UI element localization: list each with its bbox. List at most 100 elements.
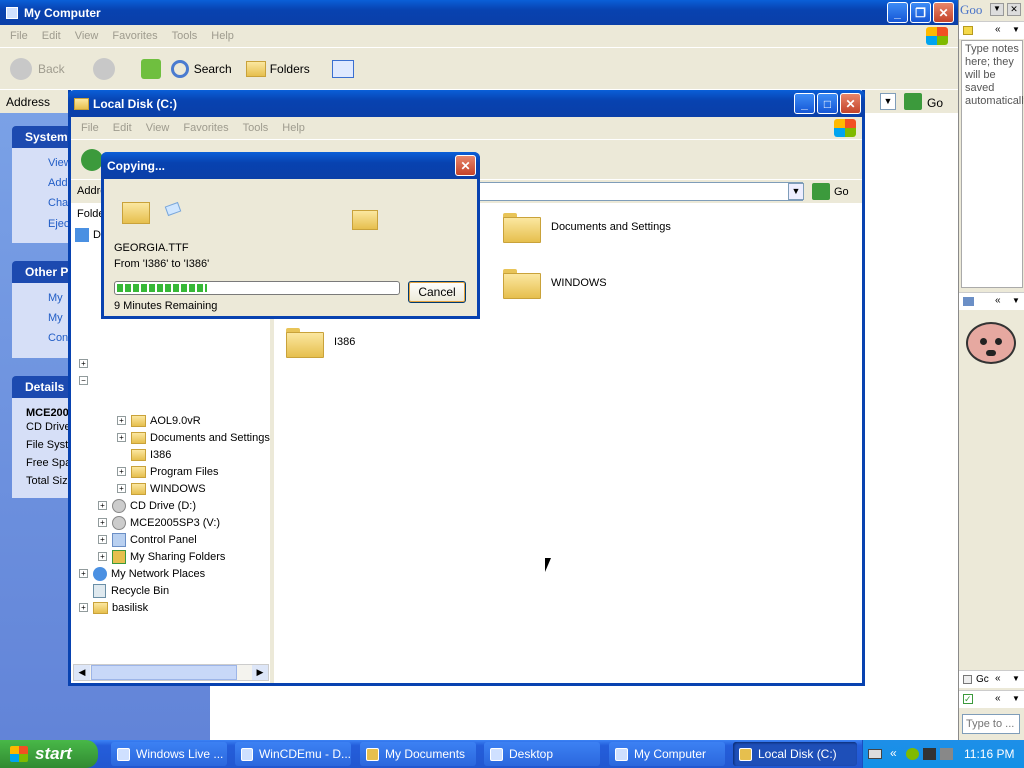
taskbar-button-my-documents[interactable]: My Documents (360, 742, 476, 766)
back-button-label[interactable]: Back (38, 62, 65, 76)
tree-row-control-panel[interactable]: + Control Panel (98, 531, 197, 548)
system-tasks-header[interactable]: System (12, 126, 72, 148)
menu-tools[interactable]: Tools (172, 30, 198, 42)
tree-expander[interactable]: + (98, 501, 107, 510)
tree-expander[interactable]: + (98, 518, 107, 527)
tree-expander[interactable]: + (79, 359, 88, 368)
scroll-thumb[interactable] (91, 665, 237, 680)
file-item-windows[interactable]: WINDOWS (503, 269, 607, 299)
inner-menu-tools[interactable]: Tools (243, 122, 269, 134)
inner-menu-help[interactable]: Help (282, 122, 305, 134)
inner-menu-file[interactable]: File (81, 122, 99, 134)
inner-go-arrow-icon[interactable] (812, 183, 830, 200)
tree-expander[interactable]: − (79, 376, 88, 385)
views-icon[interactable] (331, 59, 354, 78)
scroll-right-button[interactable]: ▶ (252, 665, 268, 680)
inner-back-arrow-icon[interactable] (81, 148, 103, 171)
tree-row-recycle[interactable]: Recycle Bin (93, 582, 169, 599)
forward-arrow-icon[interactable] (92, 57, 115, 80)
minimize-button[interactable]: _ (887, 2, 908, 23)
copy-dialog-close-button[interactable]: ✕ (455, 155, 476, 176)
inner-menu-view[interactable]: View (146, 122, 170, 134)
gadget-2-menu-icon[interactable]: ▼ (1012, 674, 1020, 683)
tree-root[interactable]: D (75, 226, 101, 243)
menu-view[interactable]: View (75, 30, 99, 42)
clock[interactable]: 11:16 PM (964, 747, 1014, 761)
taskbar-button-my-computer[interactable]: My Computer (609, 742, 725, 766)
other-place-2[interactable]: My (48, 312, 63, 324)
network-tray-icon[interactable] (906, 748, 919, 760)
close-button[interactable]: ✕ (933, 2, 954, 23)
tree-row-basilisk[interactable]: + basilisk (79, 599, 148, 616)
tree-expander[interactable]: + (79, 569, 88, 578)
tree-expander[interactable]: + (98, 535, 107, 544)
outer-address-dropdown[interactable]: ▼ (880, 93, 896, 110)
photo-menu-icon[interactable]: ▼ (1012, 296, 1020, 305)
other-place-1[interactable]: My (48, 292, 63, 304)
taskbar-button-desktop[interactable]: Desktop (484, 742, 600, 766)
outer-go-label[interactable]: Go (927, 96, 943, 110)
outer-titlebar[interactable]: My Computer _ ❐ ✕ (0, 0, 958, 25)
copy-cancel-button[interactable]: Cancel (408, 281, 466, 303)
menu-favorites[interactable]: Favorites (112, 30, 157, 42)
tree-row-mce[interactable]: + MCE2005SP3 (V:) (98, 514, 220, 531)
inner-titlebar[interactable]: Local Disk (C:) _ □ ✕ (68, 90, 865, 117)
outer-go-arrow-icon[interactable] (904, 93, 922, 110)
todo-collapse-icon[interactable]: « (995, 693, 1001, 704)
gadget-close-icon[interactable]: ✕ (1007, 3, 1021, 16)
tree-expander[interactable]: + (98, 552, 107, 561)
inner-menu-favorites[interactable]: Favorites (183, 122, 228, 134)
folders-hscrollbar[interactable]: ◀ ▶ (73, 664, 269, 681)
file-item-documents[interactable]: Documents and Settings (503, 213, 671, 243)
tree-expander[interactable]: + (79, 603, 88, 612)
menu-file[interactable]: File (10, 30, 28, 42)
tree-expander[interactable]: + (117, 433, 126, 442)
taskbar-button-wincdemu[interactable]: WinCDEmu - D... (235, 742, 351, 766)
taskbar-button-windows-live[interactable]: Windows Live ... (111, 742, 227, 766)
todo-menu-icon[interactable]: ▼ (1012, 694, 1020, 703)
gadget-2-collapse-icon[interactable]: « (995, 673, 1001, 684)
notes-area[interactable]: Type notes here; they will be saved auto… (961, 40, 1024, 288)
tree-row-program-files[interactable]: + Program Files (117, 463, 218, 480)
system-task-add[interactable]: Add (48, 177, 68, 189)
inner-go-label[interactable]: Go (834, 186, 849, 198)
notes-menu-icon[interactable]: ▼ (1012, 25, 1020, 34)
menu-help[interactable]: Help (211, 30, 234, 42)
search-button-label[interactable]: Search (194, 62, 232, 76)
tree-expander[interactable]: + (117, 416, 126, 425)
sidebar-search-input[interactable] (962, 714, 1020, 734)
folders-button-label[interactable]: Folders (270, 62, 310, 76)
tree-row-documents[interactable]: + Documents and Settings (117, 429, 270, 446)
tray-app-icon-2[interactable] (940, 748, 953, 760)
up-folder-icon[interactable] (140, 58, 161, 79)
details-header[interactable]: Details (12, 376, 72, 398)
tree-row-network[interactable]: + My Network Places (79, 565, 205, 582)
tree-expander[interactable]: + (117, 484, 126, 493)
system-task-change[interactable]: Cha (48, 197, 68, 209)
copy-dialog-titlebar[interactable]: Copying... ✕ (101, 152, 480, 179)
gadget-menu-icon[interactable]: ▼ (990, 3, 1004, 16)
inner-menu-edit[interactable]: Edit (113, 122, 132, 134)
inner-minimize-button[interactable]: _ (794, 93, 815, 114)
notes-collapse-icon[interactable]: « (995, 24, 1001, 35)
tree-row-sharing[interactable]: + My Sharing Folders (98, 548, 225, 565)
inner-address-dropdown[interactable]: ▼ (788, 183, 804, 200)
keyboard-icon[interactable] (868, 749, 882, 759)
photo-collapse-icon[interactable]: « (995, 295, 1001, 306)
menu-edit[interactable]: Edit (42, 30, 61, 42)
search-icon[interactable] (170, 59, 189, 78)
restore-button[interactable]: ❐ (910, 2, 931, 23)
tree-row-windows[interactable]: + WINDOWS (117, 480, 206, 497)
inner-maximize-button[interactable]: □ (817, 93, 838, 114)
start-button[interactable]: start (0, 740, 98, 768)
tree-row-aol[interactable]: + AOL9.0vR (117, 412, 201, 429)
tree-row-i386[interactable]: I386 (131, 446, 171, 463)
taskbar-button-local-disk[interactable]: Local Disk (C:) (733, 742, 857, 766)
folders-icon[interactable] (245, 60, 266, 77)
back-arrow-icon[interactable] (10, 57, 32, 80)
tree-row-cd-drive[interactable]: + CD Drive (D:) (98, 497, 196, 514)
tray-expand-icon[interactable]: « (890, 746, 897, 760)
file-item-i386[interactable]: I386 (286, 328, 355, 358)
inner-close-button[interactable]: ✕ (840, 93, 861, 114)
other-places-header[interactable]: Other P (12, 261, 72, 283)
